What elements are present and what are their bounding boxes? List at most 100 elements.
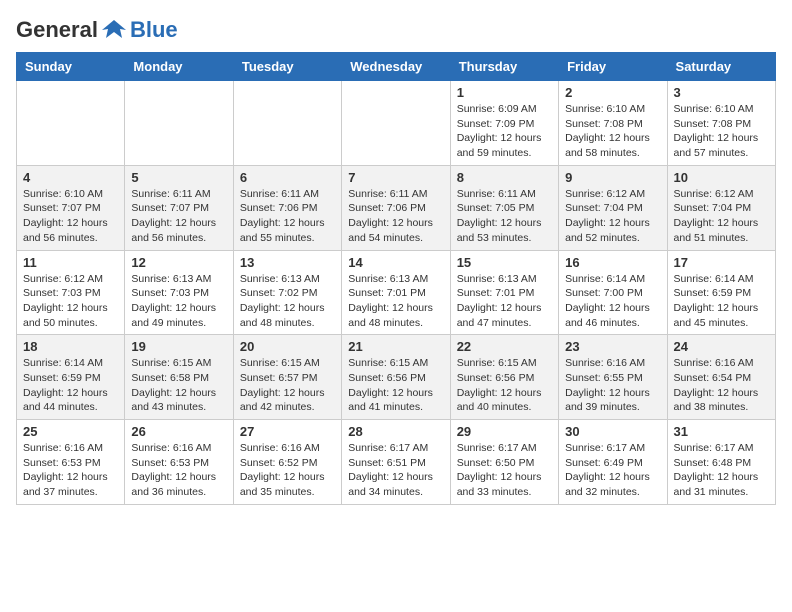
day-number: 12 [131,255,226,270]
day-info: Sunrise: 6:13 AM Sunset: 7:03 PM Dayligh… [131,272,226,331]
day-info: Sunrise: 6:14 AM Sunset: 6:59 PM Dayligh… [674,272,769,331]
day-info: Sunrise: 6:16 AM Sunset: 6:52 PM Dayligh… [240,441,335,500]
calendar-week-row: 4Sunrise: 6:10 AM Sunset: 7:07 PM Daylig… [17,165,776,250]
day-info: Sunrise: 6:12 AM Sunset: 7:03 PM Dayligh… [23,272,118,331]
day-info: Sunrise: 6:12 AM Sunset: 7:04 PM Dayligh… [565,187,660,246]
calendar-cell: 5 Sunrise: 6:11 AM Sunset: 7:07 PM Daylig… [125,165,233,250]
calendar-cell: 10Sunrise: 6:12 AM Sunset: 7:04 PM Dayli… [667,165,775,250]
day-info: Sunrise: 6:16 AM Sunset: 6:55 PM Dayligh… [565,356,660,415]
header: General Blue [16,16,776,44]
weekday-header-saturday: Saturday [667,53,775,81]
calendar-cell [125,81,233,166]
day-number: 5 [131,170,226,185]
day-number: 13 [240,255,335,270]
day-number: 14 [348,255,443,270]
day-info: Sunrise: 6:11 AM Sunset: 7:06 PM Dayligh… [240,187,335,246]
day-info: Sunrise: 6:17 AM Sunset: 6:51 PM Dayligh… [348,441,443,500]
day-number: 3 [674,85,769,100]
calendar-cell: 15 Sunrise: 6:13 AM Sunset: 7:01 PM Dayli… [450,250,558,335]
calendar-cell: 21 Sunrise: 6:15 AM Sunset: 6:56 PM Dayli… [342,335,450,420]
day-number: 20 [240,339,335,354]
calendar-week-row: 11 Sunrise: 6:12 AM Sunset: 7:03 PM Dayli… [17,250,776,335]
calendar-cell: 18Sunrise: 6:14 AM Sunset: 6:59 PM Dayli… [17,335,125,420]
day-number: 21 [348,339,443,354]
day-number: 30 [565,424,660,439]
logo-bird-icon [100,16,128,44]
weekday-header-row: SundayMondayTuesdayWednesdayThursdayFrid… [17,53,776,81]
day-info: Sunrise: 6:17 AM Sunset: 6:48 PM Dayligh… [674,441,769,500]
weekday-header-friday: Friday [559,53,667,81]
calendar-cell: 13 Sunrise: 6:13 AM Sunset: 7:02 PM Dayli… [233,250,341,335]
day-info: Sunrise: 6:16 AM Sunset: 6:53 PM Dayligh… [131,441,226,500]
calendar-cell: 29Sunrise: 6:17 AM Sunset: 6:50 PM Dayli… [450,420,558,505]
day-number: 18 [23,339,118,354]
calendar-week-row: 18Sunrise: 6:14 AM Sunset: 6:59 PM Dayli… [17,335,776,420]
calendar-cell: 14Sunrise: 6:13 AM Sunset: 7:01 PM Dayli… [342,250,450,335]
calendar-table: SundayMondayTuesdayWednesdayThursdayFrid… [16,52,776,505]
day-number: 17 [674,255,769,270]
day-info: Sunrise: 6:10 AM Sunset: 7:08 PM Dayligh… [565,102,660,161]
calendar-cell: 23Sunrise: 6:16 AM Sunset: 6:55 PM Dayli… [559,335,667,420]
calendar-cell: 24 Sunrise: 6:16 AM Sunset: 6:54 PM Dayli… [667,335,775,420]
day-number: 2 [565,85,660,100]
logo-general-text: General [16,17,98,43]
calendar-cell: 31 Sunrise: 6:17 AM Sunset: 6:48 PM Dayli… [667,420,775,505]
weekday-header-thursday: Thursday [450,53,558,81]
day-info: Sunrise: 6:11 AM Sunset: 7:06 PM Dayligh… [348,187,443,246]
calendar-cell: 3Sunrise: 6:10 AM Sunset: 7:08 PM Daylig… [667,81,775,166]
calendar-cell [17,81,125,166]
day-number: 19 [131,339,226,354]
day-info: Sunrise: 6:16 AM Sunset: 6:54 PM Dayligh… [674,356,769,415]
day-number: 31 [674,424,769,439]
calendar-cell: 11 Sunrise: 6:12 AM Sunset: 7:03 PM Dayli… [17,250,125,335]
calendar-week-row: 1 Sunrise: 6:09 AM Sunset: 7:09 PM Daylig… [17,81,776,166]
calendar-cell: 16 Sunrise: 6:14 AM Sunset: 7:00 PM Dayli… [559,250,667,335]
day-info: Sunrise: 6:10 AM Sunset: 7:07 PM Dayligh… [23,187,118,246]
calendar-cell: 26Sunrise: 6:16 AM Sunset: 6:53 PM Dayli… [125,420,233,505]
calendar-cell: 19 Sunrise: 6:15 AM Sunset: 6:58 PM Dayli… [125,335,233,420]
day-number: 27 [240,424,335,439]
day-info: Sunrise: 6:15 AM Sunset: 6:56 PM Dayligh… [348,356,443,415]
day-info: Sunrise: 6:15 AM Sunset: 6:57 PM Dayligh… [240,356,335,415]
calendar-cell: 27 Sunrise: 6:16 AM Sunset: 6:52 PM Dayli… [233,420,341,505]
day-info: Sunrise: 6:13 AM Sunset: 7:02 PM Dayligh… [240,272,335,331]
calendar-cell: 25 Sunrise: 6:16 AM Sunset: 6:53 PM Dayli… [17,420,125,505]
day-number: 16 [565,255,660,270]
calendar-cell: 1 Sunrise: 6:09 AM Sunset: 7:09 PM Daylig… [450,81,558,166]
calendar-cell: 22 Sunrise: 6:15 AM Sunset: 6:56 PM Dayli… [450,335,558,420]
day-number: 22 [457,339,552,354]
day-info: Sunrise: 6:15 AM Sunset: 6:58 PM Dayligh… [131,356,226,415]
day-info: Sunrise: 6:11 AM Sunset: 7:07 PM Dayligh… [131,187,226,246]
day-number: 29 [457,424,552,439]
calendar-cell: 4Sunrise: 6:10 AM Sunset: 7:07 PM Daylig… [17,165,125,250]
day-info: Sunrise: 6:15 AM Sunset: 6:56 PM Dayligh… [457,356,552,415]
calendar-cell: 17 Sunrise: 6:14 AM Sunset: 6:59 PM Dayli… [667,250,775,335]
calendar-cell: 28 Sunrise: 6:17 AM Sunset: 6:51 PM Dayli… [342,420,450,505]
calendar-cell: 9 Sunrise: 6:12 AM Sunset: 7:04 PM Daylig… [559,165,667,250]
calendar-cell: 12 Sunrise: 6:13 AM Sunset: 7:03 PM Dayli… [125,250,233,335]
day-info: Sunrise: 6:09 AM Sunset: 7:09 PM Dayligh… [457,102,552,161]
calendar-cell: 6Sunrise: 6:11 AM Sunset: 7:06 PM Daylig… [233,165,341,250]
weekday-header-tuesday: Tuesday [233,53,341,81]
day-info: Sunrise: 6:17 AM Sunset: 6:49 PM Dayligh… [565,441,660,500]
weekday-header-wednesday: Wednesday [342,53,450,81]
day-info: Sunrise: 6:13 AM Sunset: 7:01 PM Dayligh… [457,272,552,331]
day-number: 28 [348,424,443,439]
day-info: Sunrise: 6:16 AM Sunset: 6:53 PM Dayligh… [23,441,118,500]
day-number: 8 [457,170,552,185]
day-number: 25 [23,424,118,439]
day-number: 24 [674,339,769,354]
day-info: Sunrise: 6:14 AM Sunset: 7:00 PM Dayligh… [565,272,660,331]
calendar-cell [233,81,341,166]
calendar-cell: 20 Sunrise: 6:15 AM Sunset: 6:57 PM Dayli… [233,335,341,420]
logo: General Blue [16,16,178,44]
day-number: 9 [565,170,660,185]
day-number: 11 [23,255,118,270]
calendar-cell [342,81,450,166]
day-number: 1 [457,85,552,100]
calendar-cell: 2 Sunrise: 6:10 AM Sunset: 7:08 PM Daylig… [559,81,667,166]
day-number: 15 [457,255,552,270]
day-number: 7 [348,170,443,185]
calendar-week-row: 25 Sunrise: 6:16 AM Sunset: 6:53 PM Dayli… [17,420,776,505]
day-info: Sunrise: 6:11 AM Sunset: 7:05 PM Dayligh… [457,187,552,246]
